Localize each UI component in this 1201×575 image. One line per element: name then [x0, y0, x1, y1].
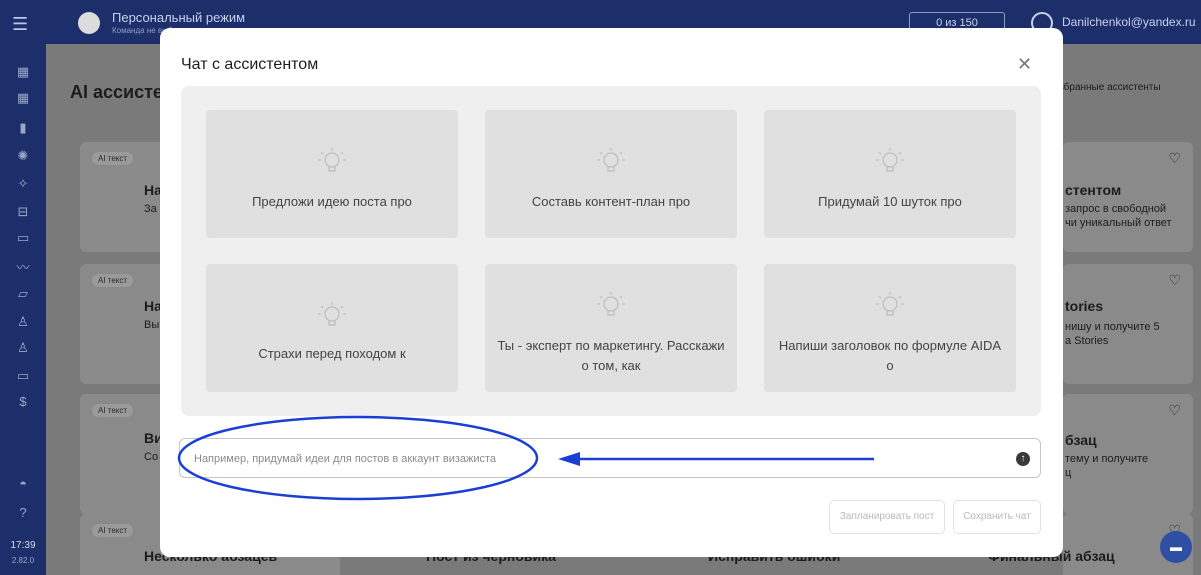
message-input-wrap: ↑ — [179, 438, 1041, 478]
suggestion-card[interactable]: Напиши заголовок по формуле AIDA о — [764, 264, 1016, 392]
lightbulb-icon — [485, 290, 737, 323]
card-title: tories — [1065, 298, 1104, 314]
lightbulb-icon — [764, 146, 1016, 179]
suggestion-card[interactable]: Предложи идею поста про — [206, 110, 458, 238]
team-avatar[interactable] — [78, 12, 100, 34]
suggestion-text: Предложи идею поста про — [252, 194, 412, 209]
save-chat-button[interactable]: Сохранить чат — [953, 500, 1041, 534]
template-icon[interactable]: ⊟ — [13, 202, 33, 222]
mode-label[interactable]: Персональный режим — [112, 10, 245, 25]
card-title: бзац — [1065, 432, 1097, 448]
spark-icon[interactable]: ✧ — [13, 174, 33, 194]
education-icon[interactable]: ◓ — [13, 474, 33, 494]
help-icon[interactable]: ? — [13, 503, 33, 523]
suggestion-text: Страхи перед походом к — [258, 346, 406, 361]
clock-time: 17:39 — [10, 540, 36, 551]
card-text: запрос в свободной чи уникальный ответ — [1065, 203, 1172, 229]
menu-icon[interactable]: ☰ — [12, 14, 34, 35]
suggestion-text: Напиши заголовок по формуле AIDA о — [778, 338, 1002, 373]
suggestion-card[interactable]: Составь контент-план про — [485, 110, 737, 238]
card-icon[interactable]: ▭ — [13, 366, 33, 386]
card-text: нишу и получите 5 а Stories — [1065, 321, 1160, 347]
calendar-plus-icon[interactable]: ▦ — [13, 88, 33, 108]
card-title: стентом — [1065, 182, 1122, 198]
chat-icon[interactable]: ▱ — [13, 284, 33, 304]
heart-icon[interactable]: ♡ — [1168, 272, 1181, 289]
heart-icon[interactable]: ♡ — [1168, 150, 1181, 167]
suggestion-card[interactable]: Придумай 10 шуток про — [764, 110, 1016, 238]
send-icon[interactable]: ↑ — [1016, 452, 1030, 466]
add-user-icon[interactable]: ♙ — [13, 312, 33, 332]
user-email[interactable]: Danilchenkol@yandex.ru — [1062, 15, 1196, 29]
lightbulb-icon — [764, 290, 1016, 323]
billing-icon[interactable]: $ — [13, 392, 33, 412]
lightbulb-icon — [485, 146, 737, 179]
modal-title: Чат с ассистентом — [181, 56, 319, 73]
support-chat-icon[interactable]: ▬ — [1160, 531, 1192, 563]
suggestion-text: Придумай 10 шуток про — [818, 194, 962, 209]
message-input[interactable] — [194, 449, 974, 469]
suggestion-text: Ты - эксперт по маркетингу. Расскажи о т… — [497, 338, 725, 373]
card-tag: AI текст — [92, 404, 134, 417]
left-rail: ☰ ▦ ▦ ▮ ✺ ✧ ⊟ ▭ 〰 ▱ ♙ ♙ ▭ $ ◓ ? 17:39 2.… — [0, 0, 46, 575]
users-icon[interactable]: ♙ — [13, 338, 33, 358]
suggestion-card[interactable]: Ты - эксперт по маркетингу. Расскажи о т… — [485, 264, 737, 392]
suggestions-panel: Предложи идею поста про Составь контент-… — [181, 86, 1041, 416]
rss-icon[interactable]: 〰 — [13, 258, 33, 278]
schedule-post-button[interactable]: Запланировать пост — [829, 500, 945, 534]
ai-assistant-icon[interactable]: ✺ — [13, 146, 33, 166]
app-version: 2.82.0 — [11, 556, 35, 565]
card-text: тему и получите ц — [1065, 453, 1149, 479]
heart-icon[interactable]: ♡ — [1168, 402, 1181, 419]
calendar-icon[interactable]: ▦ — [13, 62, 33, 82]
favorites-link[interactable]: Избранные ассистенты — [1052, 82, 1161, 93]
suggestion-text: Составь контент-план про — [531, 194, 691, 209]
analytics-icon[interactable]: ▮ — [13, 118, 33, 138]
suggestion-card[interactable]: Страхи перед походом к — [206, 264, 458, 392]
folder-icon[interactable]: ▭ — [13, 228, 33, 248]
chat-modal: Чат с ассистентом ✕ Предложи идею поста … — [160, 28, 1063, 557]
card-tag: AI текст — [92, 274, 134, 287]
card-tag: AI текст — [92, 524, 134, 537]
lightbulb-icon — [206, 300, 458, 333]
lightbulb-icon — [206, 146, 458, 179]
close-icon[interactable]: ✕ — [1017, 54, 1032, 75]
card-tag: AI текст — [92, 152, 134, 165]
